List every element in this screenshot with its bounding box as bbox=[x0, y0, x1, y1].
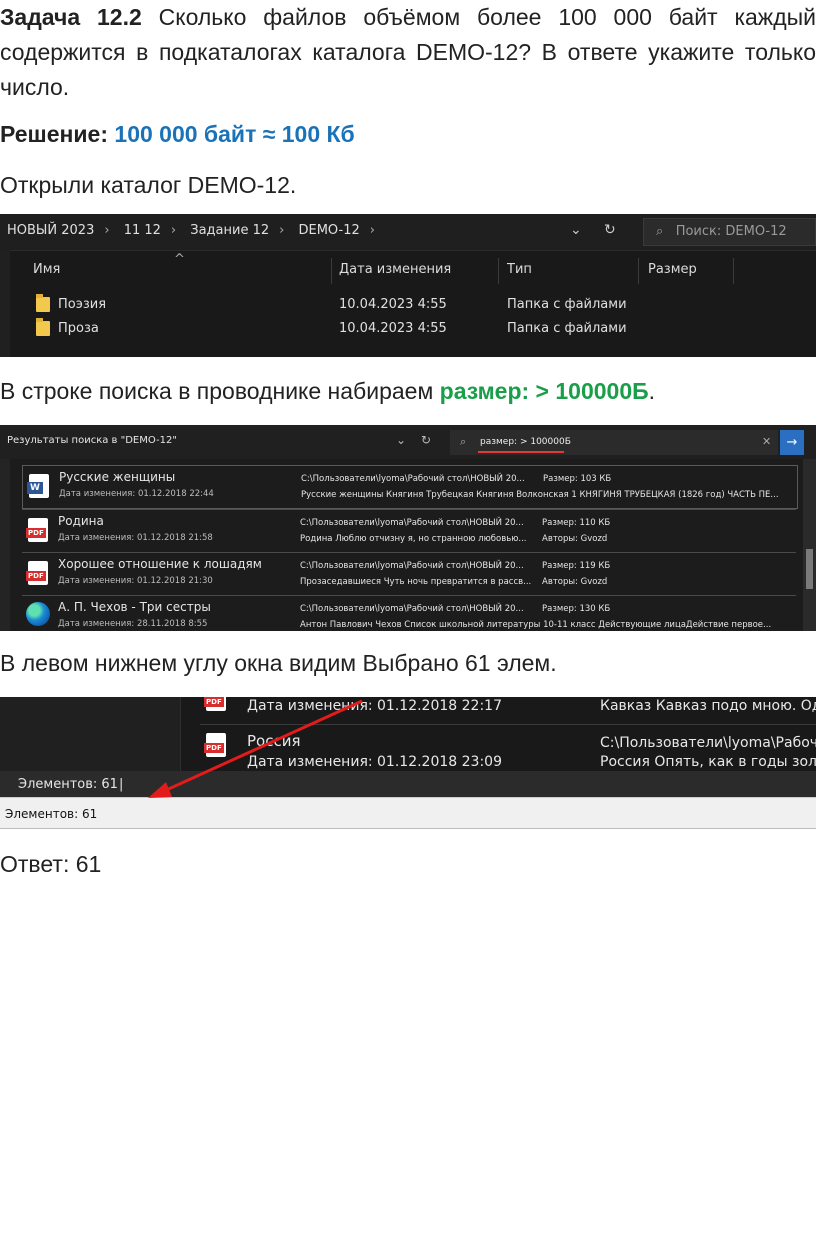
solution-line: Решение: 100 000 байт ≈ 100 Кб bbox=[0, 117, 816, 152]
result-date: Дата изменения: 01.12.2018 22:44 bbox=[59, 489, 214, 499]
breadcrumb: НОВЫЙ 2023 › 11 12 › Задание 12 › DEMO-12 › bbox=[7, 223, 385, 238]
result-date: Дата изменения: 01.12.2018 21:30 bbox=[58, 576, 213, 586]
chevron-right-icon: › bbox=[279, 223, 285, 238]
step2-before: В строке поиска в проводнике набираем bbox=[0, 378, 440, 404]
explorer-window-folder: НОВЫЙ 2023 › 11 12 › Задание 12 › DEMO-12 › … bbox=[0, 214, 816, 357]
result-path: C:\Пользователи\lyoma\Рабочий стол\НОВЫЙ… bbox=[301, 474, 525, 484]
result-name: Родина bbox=[58, 514, 104, 528]
breadcrumb-item[interactable]: 11 12 bbox=[124, 223, 161, 238]
refresh-icon[interactable]: ↻ bbox=[604, 222, 616, 238]
result-path: C:\Пользователи\lyoma\Рабочий стол\НОВЫЙ… bbox=[300, 604, 524, 614]
breadcrumb-item[interactable]: DEMO-12 bbox=[298, 223, 359, 238]
navigation-pane bbox=[0, 459, 10, 631]
task-label: Задача 12.2 bbox=[0, 4, 142, 30]
result-size: Размер: 110 КБ bbox=[542, 518, 611, 528]
search-value: размер: > 100000Б bbox=[480, 437, 571, 447]
result-date: Дата изменения: 01.12.2018 21:58 bbox=[58, 533, 213, 543]
result-size: Размер: 103 КБ bbox=[543, 474, 612, 484]
address-bar: Результаты поиска в "DEMO-12" ⌄ ↻ ⌕ разм… bbox=[0, 425, 816, 459]
result-snippet: Прозаседавшиеся Чуть ночь превратится в … bbox=[300, 577, 532, 587]
result-name: А. П. Чехов - Три сестры bbox=[58, 600, 211, 614]
result-name: Хорошее отношение к лошадям bbox=[58, 557, 262, 571]
search-placeholder: Поиск: DEMO-12 bbox=[675, 224, 787, 239]
chevron-right-icon: › bbox=[170, 223, 177, 238]
item-name: Поэзия bbox=[58, 297, 107, 312]
chevron-down-icon[interactable]: ⌄ bbox=[570, 222, 582, 238]
result-snippet: Родина Люблю отчизну я, но странною любо… bbox=[300, 534, 527, 544]
result-path: C:\Пользователи\lyoma\Рабочий стол\НОВЫЙ… bbox=[300, 518, 524, 528]
column-header-date[interactable]: Дата изменения bbox=[339, 262, 451, 277]
explorer-window-search: Результаты поиска в "DEMO-12" ⌄ ↻ ⌕ разм… bbox=[0, 425, 816, 631]
search-result-item[interactable]: PDF Родина Дата изменения: 01.12.2018 21… bbox=[22, 509, 796, 552]
scrollbar[interactable] bbox=[803, 459, 816, 631]
solution-label: Решение: bbox=[0, 121, 109, 147]
search-result-item[interactable]: PDF Хорошее отношение к лошадям Дата изм… bbox=[22, 552, 796, 595]
result-snippet: Русские женщины Княгиня Трубецкая Княгин… bbox=[301, 490, 779, 500]
red-underline bbox=[478, 451, 564, 453]
step1-text: Открыли каталог DEMO-12. bbox=[0, 172, 297, 198]
arrow-head bbox=[148, 782, 172, 798]
list-item[interactable]: Проза 10.04.2023 4:55 Папка с файлами bbox=[0, 318, 816, 340]
task-text: Задача 12.2 Сколько файлов объёмом более… bbox=[0, 0, 816, 105]
word-icon: W bbox=[27, 474, 49, 498]
step2-query: размер: > 100000Б bbox=[439, 378, 649, 404]
search-input[interactable]: ⌕ Поиск: DEMO-12 bbox=[643, 218, 816, 246]
scrollbar-thumb[interactable] bbox=[806, 549, 813, 589]
result-name: Русские женщины bbox=[59, 470, 176, 484]
result-size: Размер: 130 КБ bbox=[542, 604, 611, 614]
search-result-item[interactable]: W Русские женщины Дата изменения: 01.12.… bbox=[22, 465, 798, 509]
search-result-item[interactable]: А. П. Чехов - Три сестры Дата изменения:… bbox=[22, 595, 796, 631]
breadcrumb-item[interactable]: Задание 12 bbox=[190, 223, 269, 238]
search-results-title: Результаты поиска в "DEMO-12" bbox=[7, 435, 177, 446]
column-divider[interactable] bbox=[498, 258, 499, 284]
solution-note: 100 000 байт ≈ 100 Кб bbox=[114, 121, 355, 147]
item-type: Папка с файлами bbox=[507, 297, 627, 312]
chevron-right-icon: › bbox=[369, 223, 375, 238]
result-path: C:\Пользователи\lyoma\Рабочий стол\НОВЫЙ… bbox=[300, 561, 524, 571]
column-header-type[interactable]: Тип bbox=[507, 262, 532, 277]
result-size: Размер: 119 КБ bbox=[542, 561, 611, 571]
search-input[interactable]: ⌕ размер: > 100000Б bbox=[450, 430, 778, 455]
edge-icon bbox=[26, 602, 50, 626]
item-type: Папка с файлами bbox=[507, 321, 627, 336]
address-bar: НОВЫЙ 2023 › 11 12 › Задание 12 › DEMO-12 › … bbox=[0, 214, 816, 251]
column-divider[interactable] bbox=[733, 258, 734, 284]
answer-text: Ответ: 61 bbox=[0, 851, 102, 877]
folder-icon bbox=[36, 318, 50, 336]
result-authors: Авторы: Gvozd bbox=[542, 577, 608, 587]
red-arrow bbox=[148, 699, 363, 798]
search-icon: ⌕ bbox=[656, 224, 664, 239]
result-authors: Авторы: Gvozd bbox=[542, 534, 608, 544]
close-icon[interactable]: ✕ bbox=[762, 435, 771, 448]
result-date: Дата изменения: 28.11.2018 8:55 bbox=[58, 619, 208, 629]
chevron-right-icon: › bbox=[104, 223, 110, 238]
step2-text: В строке поиска в проводнике набираем ра… bbox=[0, 374, 816, 409]
pdf-icon: PDF bbox=[26, 561, 48, 585]
step3-text: В левом нижнем углу окна видим Выбрано 6… bbox=[0, 650, 557, 676]
column-header-name[interactable]: Имя bbox=[33, 262, 60, 277]
breadcrumb-item[interactable]: НОВЫЙ 2023 bbox=[7, 223, 94, 238]
search-icon: ⌕ bbox=[460, 435, 467, 448]
explorer-window-status: PDF Дата изменения: 01.12.2018 22:17 Кав… bbox=[0, 697, 816, 830]
item-name: Проза bbox=[58, 321, 99, 336]
chevron-down-icon[interactable]: ⌄ bbox=[396, 433, 406, 447]
column-divider[interactable] bbox=[331, 258, 332, 284]
item-date: 10.04.2023 4:55 bbox=[339, 321, 447, 336]
search-go-button[interactable]: → bbox=[780, 430, 804, 455]
step2-after: . bbox=[648, 378, 656, 404]
refresh-icon[interactable]: ↻ bbox=[421, 433, 431, 447]
sort-up-icon: ^ bbox=[174, 252, 185, 267]
item-date: 10.04.2023 4:55 bbox=[339, 297, 447, 312]
column-divider[interactable] bbox=[638, 258, 639, 284]
result-snippet: Антон Павлович Чехов Список школьной лит… bbox=[300, 620, 772, 630]
column-header-size[interactable]: Размер bbox=[648, 262, 697, 277]
folder-icon bbox=[36, 294, 50, 312]
list-item[interactable]: Поэзия 10.04.2023 4:55 Папка с файлами bbox=[0, 294, 816, 316]
arrow-line bbox=[161, 699, 363, 794]
pdf-icon: PDF bbox=[26, 518, 48, 542]
